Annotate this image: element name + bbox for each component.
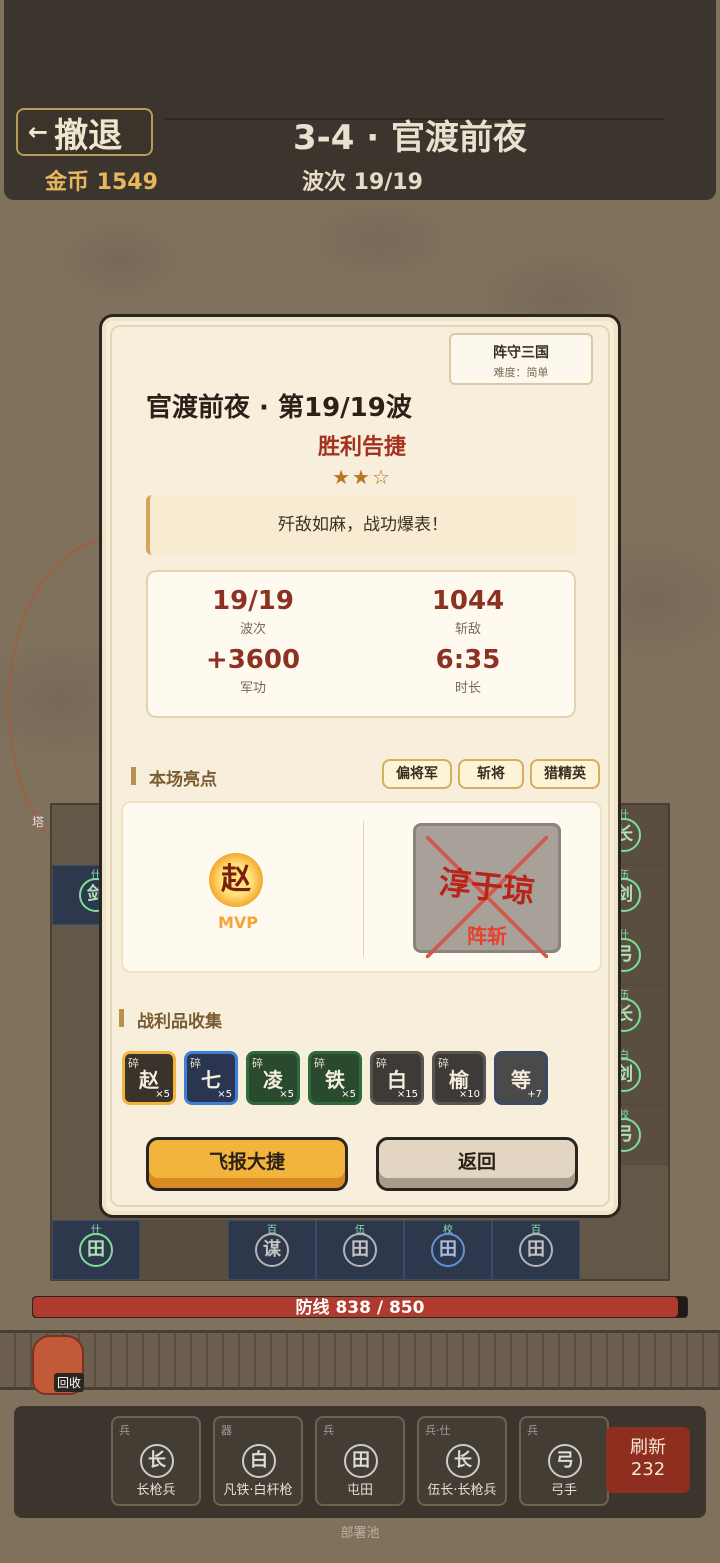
card-kind: 兵 — [119, 1424, 130, 1437]
battle-title: 官渡前夜 · 第19/19波 — [146, 393, 412, 423]
gold-counter: 金币 1549 — [45, 170, 158, 195]
card-kind: 兵 — [323, 1424, 334, 1437]
level-title: 3-4 · 官渡前夜 — [292, 118, 527, 158]
victory-modal: 阵守三国 难度：简单 官渡前夜 · 第19/19波 胜利告捷 ★★☆ 歼敌如麻，… — [99, 314, 621, 1218]
fragment-count: ×5 — [155, 1089, 170, 1100]
card-name: 长枪兵 — [136, 1483, 176, 1498]
unit-icon: 田 — [344, 1444, 378, 1478]
loot-fragment[interactable]: 碎白 ×15 — [370, 1051, 424, 1105]
fragment-count: ×5 — [217, 1089, 232, 1100]
mvp-hero-icon: 赵 — [209, 853, 263, 907]
deploy-card[interactable]: 兵弓弓手 — [519, 1416, 609, 1506]
deploy-card[interactable]: 器白凡铁·白杆枪 — [213, 1416, 303, 1506]
card-kind: 兵 — [527, 1424, 538, 1437]
highlights-panel: 赵 MVP 淳于琼 阵斩 — [121, 801, 602, 973]
stat-label: 波次 — [239, 622, 266, 637]
fragment-count: ×10 — [458, 1089, 480, 1100]
recycle-label: 回收 — [54, 1373, 85, 1392]
fragment-count: +7 — [527, 1089, 542, 1100]
defense-bar: 防线 838 / 850 — [32, 1296, 688, 1318]
loot-fragment[interactable]: 碎凌 ×5 — [246, 1051, 300, 1105]
card-kind: 器 — [221, 1424, 232, 1437]
loot-fragment[interactable]: 碎七 ×5 — [184, 1051, 238, 1105]
stat-value: 19/19 — [212, 586, 294, 616]
highlight-chip[interactable]: 偏将军 — [382, 759, 452, 789]
game-badge: 阵守三国 难度：简单 — [449, 333, 593, 385]
defense-label: 防线 838 / 850 — [295, 1298, 425, 1318]
deploy-card[interactable]: 兵田屯田 — [315, 1416, 405, 1506]
stat-value: 6:35 — [435, 645, 501, 675]
fragment-count: ×5 — [341, 1089, 356, 1100]
refresh-cost: 232 — [630, 1459, 666, 1480]
loot-fragment[interactable]: 碎赵 ×5 — [122, 1051, 176, 1105]
highlight-chip[interactable]: 猎精英 — [530, 759, 600, 789]
retreat-button[interactable]: ← 撤退 — [16, 108, 153, 156]
back-button[interactable]: 返回 — [376, 1137, 578, 1191]
stat-duration: 6:35 时长 — [368, 645, 568, 696]
loot-title: 战利品收集 — [119, 1007, 222, 1032]
card-kind: 兵·仕 — [425, 1424, 451, 1437]
killed-general-card: 淳于琼 阵斩 — [413, 823, 561, 958]
fragment-count: ×5 — [279, 1089, 294, 1100]
stat-value: +3600 — [205, 645, 301, 675]
star-rating: ★★☆ — [332, 465, 392, 489]
unit-icon: 长 — [140, 1444, 174, 1478]
deploy-card[interactable]: 兵·仕长伍长·长枪兵 — [417, 1416, 507, 1506]
stat-label: 时长 — [454, 681, 481, 696]
unit-icon: 白 — [242, 1444, 276, 1478]
card-name: 伍长·长枪兵 — [427, 1483, 497, 1498]
highlights-title: 本场亮点 — [131, 765, 217, 790]
refresh-button[interactable]: 刷新 232 — [606, 1427, 690, 1493]
retreat-label: 撤退 — [54, 115, 123, 156]
difficulty-label: 难度：简单 — [493, 366, 549, 379]
game-title: 阵守三国 — [493, 345, 549, 361]
highlight-chip[interactable]: 斩将 — [458, 759, 524, 789]
battle-result: 胜利告捷 — [317, 435, 406, 460]
back-arrow-icon: ← — [28, 118, 49, 146]
stat-value: 1044 — [431, 586, 505, 616]
stat-waves: 19/19 波次 — [153, 586, 353, 637]
report-victory-button[interactable]: 飞报大捷 — [146, 1137, 348, 1191]
divider — [363, 821, 364, 957]
victory-quote: 歼敌如麻，战功爆表！ — [146, 495, 576, 555]
mvp-label: MVP — [217, 913, 259, 932]
stat-kills: 1044 斩敌 — [368, 586, 568, 637]
deploy-pool-label: 部署池 — [340, 1526, 380, 1541]
unit-icon: 弓 — [548, 1444, 582, 1478]
loot-fragment[interactable]: 等 +7 — [494, 1051, 548, 1105]
fragment-count: ×15 — [396, 1089, 418, 1100]
recycle-pot[interactable]: 回收 — [22, 1325, 92, 1405]
refresh-label: 刷新 — [630, 1437, 666, 1458]
stat-label: 斩敌 — [454, 622, 481, 637]
unit-icon: 长 — [446, 1444, 480, 1478]
loot-fragment[interactable]: 碎铁 ×5 — [308, 1051, 362, 1105]
card-name: 凡铁·白杆枪 — [223, 1483, 293, 1498]
deploy-card[interactable]: 兵长长枪兵 — [111, 1416, 201, 1506]
card-name: 屯田 — [346, 1483, 373, 1498]
wave-counter: 波次 19/19 — [302, 170, 423, 195]
loot-fragment[interactable]: 碎榆 ×10 — [432, 1051, 486, 1105]
stat-merit: +3600 军功 — [153, 645, 353, 696]
stat-label: 军功 — [239, 681, 266, 696]
card-name: 弓手 — [550, 1483, 577, 1498]
stats-panel: 19/19 波次 1044 斩敌 +3600 军功 6:35 时长 — [146, 570, 576, 718]
city-wall — [0, 1330, 720, 1390]
kill-tag: 阵斩 — [467, 924, 507, 948]
